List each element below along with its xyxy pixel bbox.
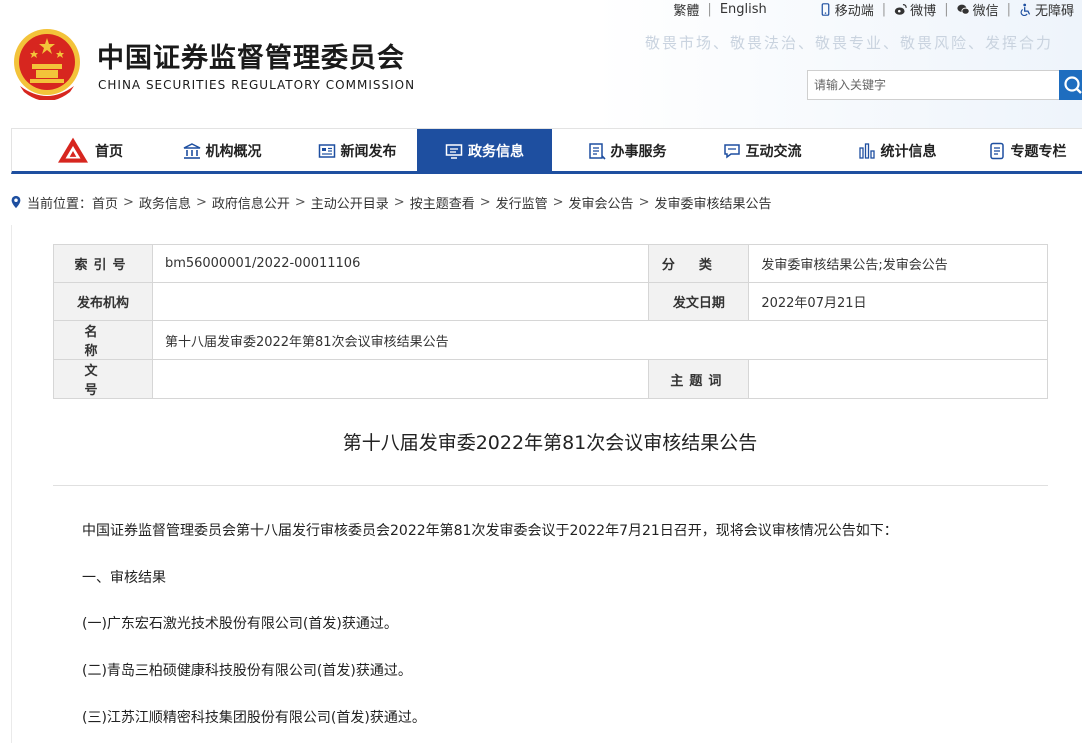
document-intro: 中国证券监督管理委员会第十八届发行审核委员会2022年第81次发审委会议于202… — [82, 523, 898, 539]
breadcrumb-item[interactable]: 首页 — [92, 193, 118, 212]
chevron-right-icon: > — [393, 194, 405, 210]
wechat-icon — [956, 4, 970, 15]
chat-icon — [723, 143, 740, 158]
chevron-right-icon: > — [638, 194, 650, 210]
breadcrumb-prefix: 当前位置： — [27, 196, 93, 212]
name-label: 名称 — [53, 320, 153, 360]
result-item: (二)青岛三柏硕健康科技股份有限公司(首发)获通过。 — [82, 663, 412, 679]
accessibility-link-label: 无障碍 — [1034, 3, 1074, 19]
breadcrumb-item[interactable]: 主动公开目录 — [311, 193, 389, 212]
chevron-right-icon: > — [552, 194, 564, 210]
separator: | — [944, 1, 949, 17]
search-icon — [1064, 76, 1082, 94]
breadcrumb: 当前位置： 首页 > 政务信息 > 政府信息公开 > 主动公开目录 > 按主题查… — [10, 192, 771, 212]
index-value: bm56000001/2022-00011106 — [151, 244, 650, 283]
wechat-link-label: 微信 — [972, 3, 999, 19]
document-info-table: 索引号 bm56000001/2022-00011106 分类 发审委审核结果公… — [53, 244, 1049, 399]
monitor-icon — [445, 143, 463, 159]
nav-services-label: 办事服务 — [610, 143, 667, 160]
chevron-right-icon: > — [195, 194, 207, 210]
result-item: (三)江苏江顺精密科技集团股份有限公司(首发)获通过。 — [82, 710, 426, 726]
list-icon — [588, 142, 606, 160]
site-header: 中国证券监督管理委员会 CHINA SECURITIES REGULATORY … — [0, 0, 1082, 128]
nav-statistics[interactable]: 统计信息 — [837, 129, 957, 172]
traditional-chinese-link[interactable]: 繁體 — [673, 0, 699, 19]
newspaper-icon — [318, 143, 335, 158]
search-button[interactable] — [1059, 70, 1082, 100]
subject-value — [748, 359, 1048, 399]
table-row: 名称 第十八届发审委2022年第81次会议审核结果公告 — [53, 320, 1049, 360]
table-row: 文号 主题词 — [53, 359, 1048, 399]
docno-value — [151, 359, 650, 399]
document-icon — [989, 142, 1004, 159]
nav-services[interactable]: 办事服务 — [567, 129, 687, 172]
docno-label: 文号 — [53, 359, 153, 399]
nav-interaction-label: 互动交流 — [745, 143, 802, 160]
breadcrumb-item[interactable]: 按主题查看 — [410, 193, 475, 212]
breadcrumb-item[interactable]: 发审委审核结果公告 — [654, 193, 771, 212]
publisher-value — [151, 282, 650, 321]
nav-home[interactable]: 首页 — [32, 129, 147, 172]
nav-news-label: 新闻发布 — [340, 143, 397, 160]
national-emblem-icon — [14, 29, 80, 100]
chevron-right-icon: > — [294, 194, 306, 210]
site-title: 中国证券监督管理委员会 — [97, 43, 405, 74]
nav-statistics-label: 统计信息 — [880, 143, 937, 160]
index-label: 索引号 — [53, 244, 153, 283]
bar-chart-icon — [858, 142, 875, 159]
separator: | — [881, 1, 887, 17]
nav-topics[interactable]: 专题专栏 — [972, 129, 1082, 172]
date-value: 2022年07月21日 — [748, 282, 1048, 321]
nav-news[interactable]: 新闻发布 — [297, 129, 417, 172]
main-nav: 首页 机构概况 新闻发布 政务信息 办事服务 互动交流 统计信息 专题专栏 — [11, 128, 1082, 174]
breadcrumb-item[interactable]: 发行监管 — [496, 193, 548, 212]
building-icon — [183, 142, 200, 159]
breadcrumb-item[interactable]: 发审会公告 — [569, 193, 634, 212]
separator: | — [1006, 1, 1011, 17]
breadcrumb-item[interactable]: 政务信息 — [139, 193, 191, 212]
table-row: 发布机构 发文日期 2022年07月21日 — [53, 282, 1048, 321]
separator: | — [707, 1, 712, 17]
document-title: 第十八届发审委2022年第81次会议审核结果公告 — [342, 432, 758, 454]
nav-interaction[interactable]: 互动交流 — [702, 129, 822, 172]
site-title-en: CHINA SECURITIES REGULATORY COMMISSION — [98, 78, 416, 92]
nav-organization[interactable]: 机构概况 — [162, 129, 282, 172]
publisher-label: 发布机构 — [53, 282, 153, 321]
nav-topics-label: 专题专栏 — [1010, 143, 1067, 160]
mobile-icon — [821, 2, 830, 16]
slogan: 敬畏市场、敬畏法治、敬畏专业、敬畏风险、发挥合力 — [645, 34, 1054, 52]
wechat-link[interactable]: 微信 — [956, 0, 999, 19]
nav-organization-label: 机构概况 — [205, 143, 262, 160]
name-value: 第十八届发审委2022年第81次会议审核结果公告 — [151, 320, 1049, 360]
accessibility-link[interactable]: 无障碍 — [1019, 0, 1074, 19]
result-item: (一)广东宏石激光技术股份有限公司(首发)获通过。 — [82, 616, 398, 632]
section-heading: 一、审核结果 — [82, 570, 166, 586]
nav-home-label: 首页 — [95, 143, 123, 160]
mobile-link-label: 移动端 — [834, 3, 874, 19]
chevron-right-icon: > — [123, 194, 134, 210]
breadcrumb-item[interactable]: 政府信息公开 — [212, 193, 290, 212]
csrc-logo-icon — [58, 137, 88, 163]
weibo-icon — [894, 3, 907, 15]
location-pin-icon — [11, 195, 21, 209]
weibo-link-label: 微博 — [910, 3, 937, 19]
top-links: 繁體 | English 移动端 | 微博 | 微信 | 无障碍 — [673, 0, 1074, 19]
mobile-link[interactable]: 移动端 — [819, 0, 874, 19]
search-input[interactable]: 请输入关键字 — [807, 70, 1061, 100]
nav-government-info-label: 政务信息 — [468, 143, 524, 160]
date-label: 发文日期 — [648, 282, 750, 321]
category-label: 分类 — [648, 244, 750, 283]
category-value: 发审委审核结果公告;发审会公告 — [748, 244, 1048, 283]
accessibility-icon — [1020, 3, 1031, 16]
weibo-link[interactable]: 微博 — [894, 0, 936, 19]
subject-label: 主题词 — [648, 359, 750, 399]
divider — [53, 485, 1048, 486]
chevron-right-icon: > — [479, 194, 491, 210]
table-row: 索引号 bm56000001/2022-00011106 分类 发审委审核结果公… — [53, 244, 1048, 283]
nav-government-info[interactable]: 政务信息 — [417, 129, 552, 172]
english-link[interactable]: English — [720, 2, 767, 17]
